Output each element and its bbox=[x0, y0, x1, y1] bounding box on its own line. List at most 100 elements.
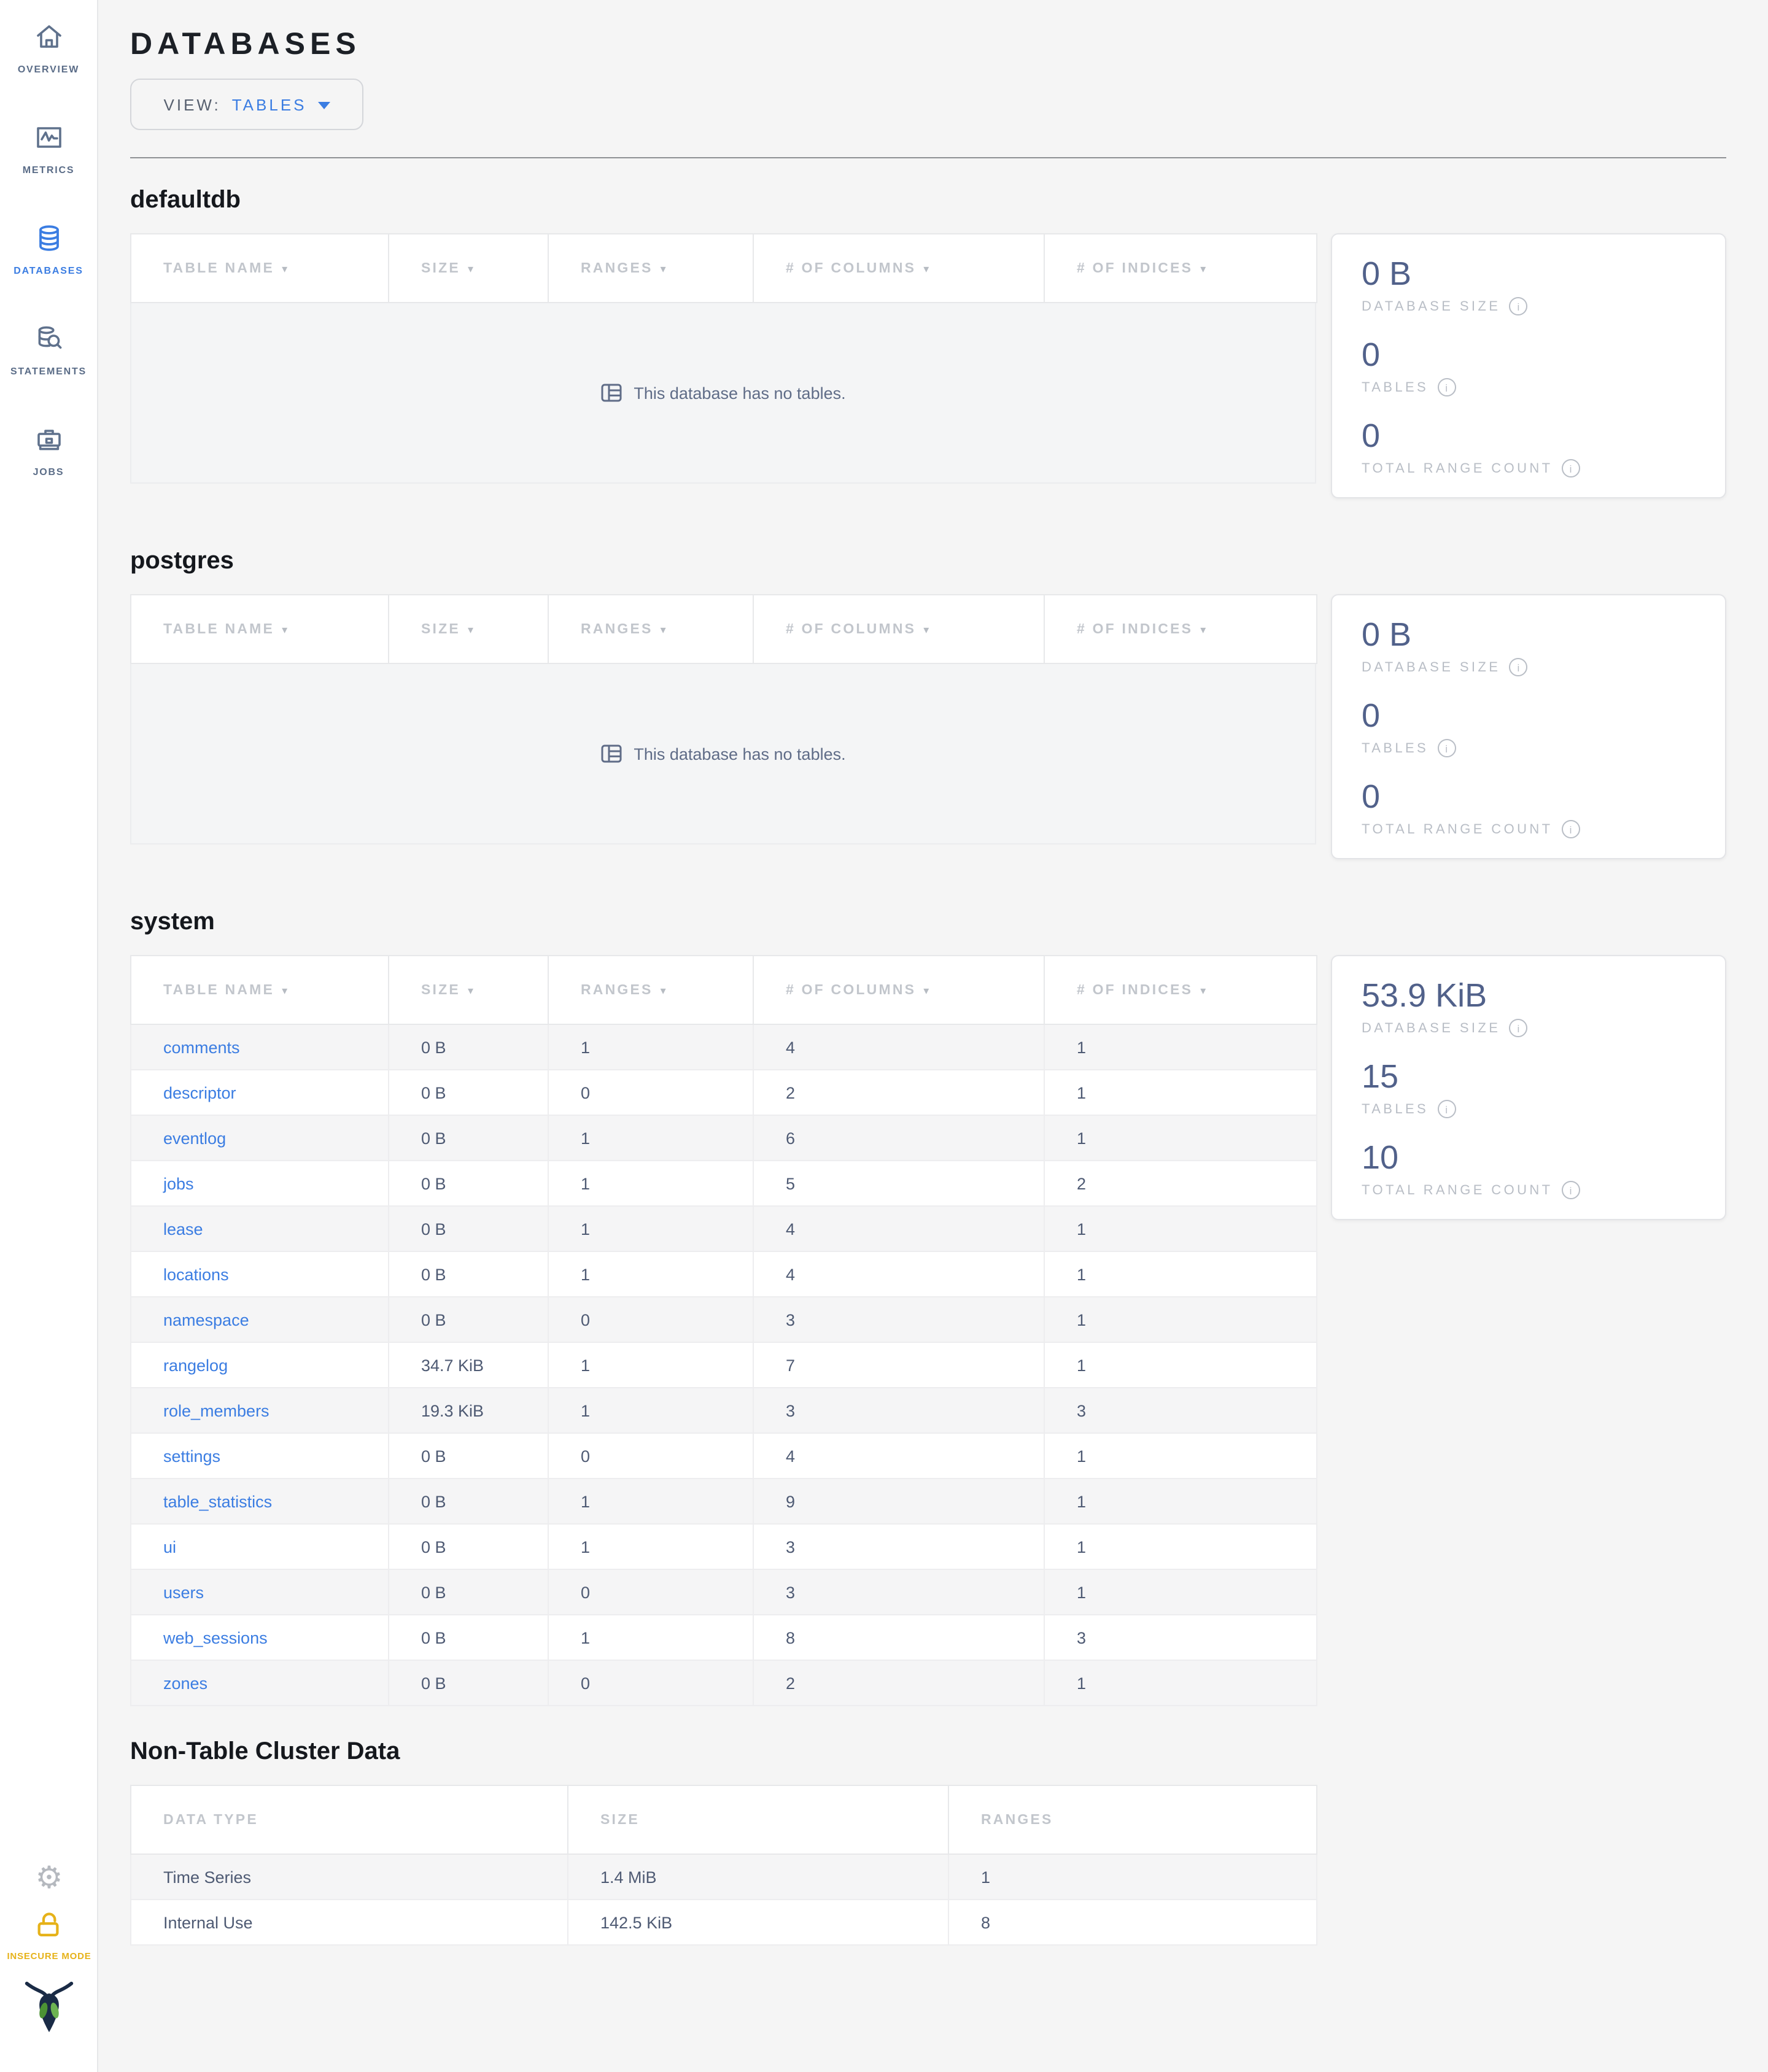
sidebar-bottom: ⚙ INSECURE MODE bbox=[0, 1862, 98, 2043]
column-header-ranges[interactable]: RANGES ▾ bbox=[548, 594, 754, 664]
size-cell: 0 B bbox=[388, 1205, 549, 1252]
column-header-of-indices[interactable]: # OF INDICES ▾ bbox=[1044, 233, 1317, 303]
column-header-of-indices[interactable]: # OF INDICES ▾ bbox=[1044, 955, 1317, 1025]
indices-count-cell: 1 bbox=[1044, 1569, 1317, 1615]
stat-label-text: DATABASE SIZE bbox=[1362, 299, 1501, 314]
sidebar-item-databases[interactable]: DATABASES bbox=[0, 211, 97, 312]
table-name-link[interactable]: lease bbox=[163, 1220, 203, 1238]
table-name-link[interactable]: eventlog bbox=[163, 1129, 226, 1147]
stat-label-text: TABLES bbox=[1362, 380, 1429, 395]
column-header-table-name[interactable]: TABLE NAME ▾ bbox=[130, 955, 389, 1025]
table-name-cell: zones bbox=[130, 1660, 389, 1706]
ranges-cell: 1 bbox=[948, 1854, 1317, 1900]
table-name-link[interactable]: web_sessions bbox=[163, 1628, 268, 1647]
info-icon[interactable]: i bbox=[1561, 459, 1580, 477]
ranges-cell: 0 bbox=[548, 1069, 754, 1116]
insecure-mode-indicator[interactable]: INSECURE MODE bbox=[7, 1910, 91, 1962]
info-icon[interactable]: i bbox=[1509, 1019, 1528, 1037]
table-row: descriptor 0 B021 bbox=[130, 1069, 1317, 1116]
sidebar-item-overview[interactable]: OVERVIEW bbox=[0, 10, 97, 110]
table-name-cell: users bbox=[130, 1569, 389, 1615]
sidebar-item-jobs[interactable]: JOBS bbox=[0, 412, 97, 513]
indices-count-cell: 3 bbox=[1044, 1387, 1317, 1434]
column-header-of-columns[interactable]: # OF COLUMNS ▾ bbox=[753, 594, 1045, 664]
database-title: postgres bbox=[130, 547, 234, 574]
database-title: system bbox=[130, 908, 215, 935]
view-dropdown[interactable]: VIEW: TABLES bbox=[130, 79, 363, 130]
column-header-label: # OF INDICES bbox=[1077, 983, 1193, 997]
table-row: ui 0 B131 bbox=[130, 1523, 1317, 1570]
table-name-link[interactable]: settings bbox=[163, 1447, 220, 1465]
column-header-label: # OF COLUMNS bbox=[786, 983, 917, 997]
column-header-size[interactable]: SIZE ▾ bbox=[388, 955, 549, 1025]
table-row: role_members 19.3 KiB 1 3 3 bbox=[130, 1387, 1317, 1434]
table-header-row: TABLE NAME ▾ SIZE ▾ RANGES ▾ # OF COLUMNS ▾ # OF… bbox=[130, 233, 1317, 303]
column-header-label: RANGES bbox=[581, 622, 653, 636]
table-name-link[interactable]: locations bbox=[163, 1265, 229, 1283]
database-tables-table: TABLE NAME ▾ SIZE ▾ RANGES ▾ # OF COLUMNS ▾ # OF… bbox=[130, 594, 1317, 664]
table-name-link[interactable]: descriptor bbox=[163, 1083, 236, 1102]
table-name-link[interactable]: users bbox=[163, 1583, 204, 1601]
table-name-link[interactable]: table_statistics bbox=[163, 1492, 272, 1510]
indices-count-cell: 2 bbox=[1044, 1160, 1317, 1207]
column-header-ranges[interactable]: RANGES bbox=[948, 1785, 1317, 1855]
sidebar-item-statements[interactable]: STATEMENTS bbox=[0, 312, 97, 412]
table-header-row: TABLE NAME ▾ SIZE ▾ RANGES ▾ # OF COLUMNS ▾ # OF… bbox=[130, 955, 1317, 1025]
column-header-ranges[interactable]: RANGES ▾ bbox=[548, 955, 754, 1025]
column-header-size[interactable]: SIZE ▾ bbox=[388, 594, 549, 664]
table-row: Internal Use 142.5 KiB 8 bbox=[130, 1899, 1317, 1946]
table-name-cell: table_statistics bbox=[130, 1478, 389, 1525]
column-header-data-type[interactable]: DATA TYPE bbox=[130, 1785, 568, 1855]
size-cell: 0 B bbox=[388, 1251, 549, 1297]
database-search-icon bbox=[33, 323, 64, 355]
sort-arrow-icon: ▾ bbox=[467, 262, 476, 274]
sidebar-item-label: OVERVIEW bbox=[17, 64, 80, 75]
column-header-ranges[interactable]: RANGES ▾ bbox=[548, 233, 754, 303]
table-name-link[interactable]: jobs bbox=[163, 1174, 194, 1193]
stat-total-range-count: 0 TOTAL RANGE COUNT i bbox=[1362, 778, 1725, 838]
stat-label-text: TABLES bbox=[1362, 741, 1429, 756]
column-header-label: # OF INDICES bbox=[1077, 261, 1193, 276]
indices-count-cell: 1 bbox=[1044, 1660, 1317, 1706]
info-icon[interactable]: i bbox=[1437, 739, 1456, 757]
info-icon[interactable]: i bbox=[1509, 297, 1528, 315]
info-icon[interactable]: i bbox=[1509, 658, 1528, 676]
table-name-link[interactable]: role_members bbox=[163, 1401, 269, 1420]
empty-state: This database has no tables. bbox=[130, 303, 1316, 484]
column-header-table-name[interactable]: TABLE NAME ▾ bbox=[130, 233, 389, 303]
sort-arrow-icon: ▾ bbox=[660, 623, 668, 635]
column-header-size[interactable]: SIZE ▾ bbox=[388, 233, 549, 303]
size-cell: 0 B bbox=[388, 1115, 549, 1161]
sidebar-item-label: DATABASES bbox=[14, 265, 83, 276]
size-cell: 0 B bbox=[388, 1160, 549, 1207]
size-cell: 0 B bbox=[388, 1296, 549, 1343]
table-name-link[interactable]: ui bbox=[163, 1537, 176, 1556]
table-name-link[interactable]: comments bbox=[163, 1038, 240, 1056]
ranges-cell: 1 bbox=[548, 1614, 754, 1661]
gear-icon[interactable]: ⚙ bbox=[36, 1862, 63, 1894]
column-header-of-columns[interactable]: # OF COLUMNS ▾ bbox=[753, 233, 1045, 303]
column-header-table-name[interactable]: TABLE NAME ▾ bbox=[130, 594, 389, 664]
sidebar-item-metrics[interactable]: METRICS bbox=[0, 110, 97, 211]
indices-count-cell: 1 bbox=[1044, 1069, 1317, 1116]
table-name-link[interactable]: namespace bbox=[163, 1310, 249, 1329]
table-name-link[interactable]: zones bbox=[163, 1674, 207, 1692]
info-icon[interactable]: i bbox=[1437, 1100, 1456, 1118]
size-cell: 0 B bbox=[388, 1069, 549, 1116]
column-header-of-columns[interactable]: # OF COLUMNS ▾ bbox=[753, 955, 1045, 1025]
table-row: settings 0 B041 bbox=[130, 1432, 1317, 1479]
table-grid-icon bbox=[601, 744, 622, 763]
info-icon[interactable]: i bbox=[1437, 378, 1456, 396]
page-title: DATABASES bbox=[130, 27, 361, 61]
column-header-of-indices[interactable]: # OF INDICES ▾ bbox=[1044, 594, 1317, 664]
size-cell: 1.4 MiB bbox=[567, 1854, 949, 1900]
column-header-label: TABLE NAME bbox=[163, 622, 275, 636]
info-icon[interactable]: i bbox=[1561, 1181, 1580, 1199]
size-cell: 34.7 KiB bbox=[388, 1342, 549, 1388]
size-cell: 0 B bbox=[388, 1024, 549, 1070]
columns-count-cell: 3 bbox=[753, 1569, 1045, 1615]
column-header-label: # OF COLUMNS bbox=[786, 622, 917, 636]
table-name-link[interactable]: rangelog bbox=[163, 1356, 228, 1374]
info-icon[interactable]: i bbox=[1561, 820, 1580, 838]
column-header-size[interactable]: SIZE bbox=[567, 1785, 949, 1855]
